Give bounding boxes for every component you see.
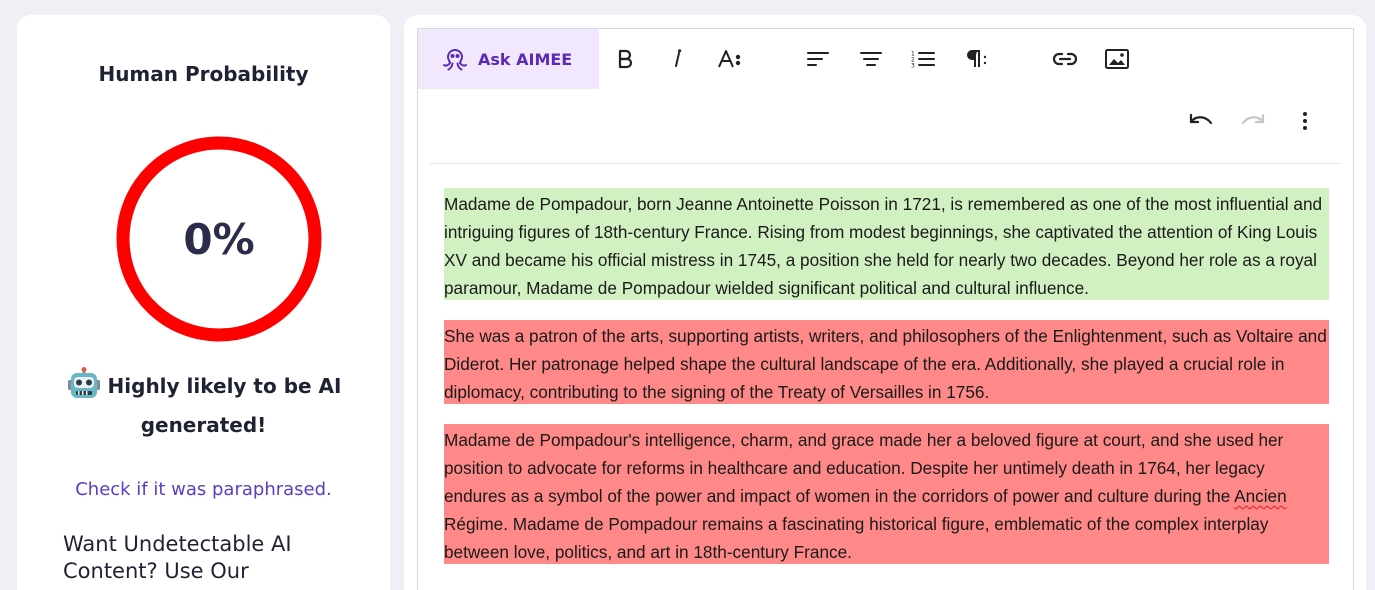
link-button[interactable] xyxy=(1050,44,1080,74)
verdict-line-1: Highly likely to be AI xyxy=(107,374,342,398)
numbered-list-icon: 123 xyxy=(911,51,935,70)
bold-icon xyxy=(618,49,633,69)
toolbar-divider xyxy=(430,163,1341,164)
font-size-button[interactable] xyxy=(715,44,745,74)
font-size-icon xyxy=(718,50,741,68)
align-center-icon xyxy=(860,52,882,66)
probability-gauge: 0% xyxy=(115,135,323,343)
paragraph-human[interactable]: Madame de Pompadour, born Jeanne Antoine… xyxy=(444,188,1329,300)
align-left-button[interactable] xyxy=(803,44,833,74)
paragraph-button[interactable] xyxy=(961,44,991,74)
paragraph-icon xyxy=(967,50,987,67)
detection-panel: Human Probability 0% Highly likely to be… xyxy=(17,15,390,590)
paragraph-text: Madame de Pompadour's intelligence, char… xyxy=(444,426,1329,566)
more-vertical-icon xyxy=(1303,112,1307,130)
robot-icon xyxy=(67,366,100,398)
promo-line-1: Want Undetectable AI xyxy=(63,532,292,556)
ask-aimee-label: Ask AIMEE xyxy=(478,49,573,69)
panel-title: Human Probability xyxy=(98,62,309,86)
image-button[interactable] xyxy=(1102,44,1132,74)
image-icon xyxy=(1105,49,1129,69)
octopus-icon xyxy=(443,49,467,71)
undo-icon xyxy=(1189,113,1213,125)
numbered-list-button[interactable]: 123 xyxy=(908,44,938,74)
align-left-icon xyxy=(807,52,829,66)
undo-button[interactable] xyxy=(1186,106,1216,136)
check-paraphrased-link[interactable]: Check if it was paraphrased. xyxy=(17,479,390,500)
paragraph-text-before: Madame de Pompadour's intelligence, char… xyxy=(444,430,1284,506)
more-options-button[interactable] xyxy=(1290,106,1320,136)
paragraph-ai[interactable]: She was a patron of the arts, supporting… xyxy=(444,320,1329,404)
probability-value: 0% xyxy=(183,214,255,264)
promo-text: Want Undetectable AI Content? Use Our xyxy=(63,531,363,585)
paragraph-text-after: Régime. Madame de Pompadour remains a fa… xyxy=(444,514,1269,562)
redo-icon xyxy=(1241,113,1265,125)
verdict-line-2: generated! xyxy=(140,413,267,437)
paragraph-ai[interactable]: Madame de Pompadour's intelligence, char… xyxy=(444,424,1329,564)
svg-text:3: 3 xyxy=(911,63,915,70)
verdict-text: Highly likely to be AI generated! xyxy=(17,366,390,445)
paragraph-text: Madame de Pompadour, born Jeanne Antoine… xyxy=(444,194,1323,298)
italic-icon xyxy=(675,49,682,67)
italic-button[interactable] xyxy=(662,44,692,74)
bold-button[interactable] xyxy=(610,44,640,74)
redo-button[interactable] xyxy=(1238,106,1268,136)
ask-aimee-button[interactable]: Ask AIMEE xyxy=(418,29,599,89)
paragraph-text: She was a patron of the arts, supporting… xyxy=(444,326,1327,402)
link-icon xyxy=(1052,52,1078,66)
promo-line-2: Content? Use Our xyxy=(63,559,249,583)
align-center-button[interactable] xyxy=(856,44,886,74)
misspelled-word[interactable]: Ancien xyxy=(1234,486,1287,506)
text-editor[interactable]: Ask AIMEE 123 Madame de Pompadour, born … xyxy=(417,28,1354,590)
editor-panel: Ask AIMEE 123 Madame de Pompadour, born … xyxy=(404,15,1366,590)
